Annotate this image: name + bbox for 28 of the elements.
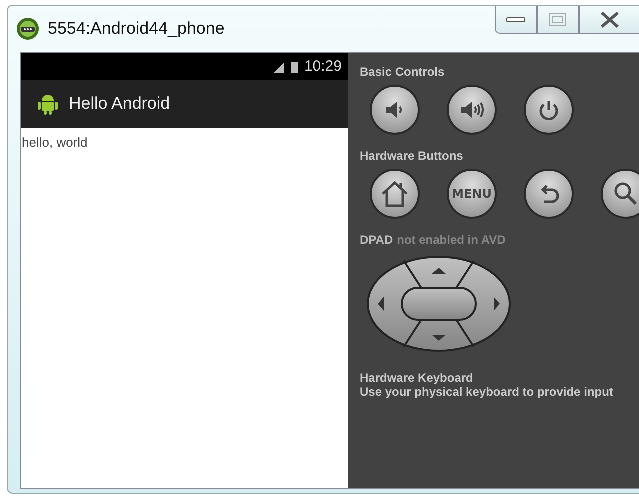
dpad-note: not enabled in AVD bbox=[397, 233, 506, 247]
power-icon bbox=[537, 98, 561, 122]
android-robot-icon bbox=[37, 92, 59, 116]
search-button[interactable] bbox=[601, 169, 639, 219]
volume-up-button[interactable] bbox=[447, 85, 497, 135]
home-button[interactable] bbox=[370, 169, 420, 219]
close-icon bbox=[598, 10, 620, 28]
volume-down-button[interactable] bbox=[370, 85, 420, 135]
minimize-button[interactable] bbox=[495, 6, 537, 34]
menu-button[interactable]: MENU bbox=[447, 169, 497, 219]
minimize-icon bbox=[506, 16, 526, 24]
dpad-label: DPAD bbox=[360, 233, 394, 247]
house-icon bbox=[380, 180, 410, 208]
maximize-button[interactable] bbox=[537, 6, 579, 34]
section-title: Hardware Buttons bbox=[360, 149, 464, 163]
hello-text: hello, world bbox=[22, 135, 88, 150]
maximize-icon bbox=[549, 12, 567, 26]
window-title: 5554:Android44_phone bbox=[48, 19, 225, 39]
back-button[interactable] bbox=[524, 169, 574, 219]
close-button[interactable] bbox=[579, 6, 639, 34]
battery-icon bbox=[291, 60, 300, 72]
section-title: Basic Controls bbox=[360, 65, 445, 79]
search-icon bbox=[613, 181, 639, 207]
status-time: 10:29 bbox=[304, 58, 342, 75]
app-title: Hello Android bbox=[69, 94, 170, 114]
power-button[interactable] bbox=[524, 85, 574, 135]
section-title: Hardware Keyboard bbox=[360, 371, 474, 385]
keyboard-note: Use your physical keyboard to provide input bbox=[360, 385, 614, 399]
